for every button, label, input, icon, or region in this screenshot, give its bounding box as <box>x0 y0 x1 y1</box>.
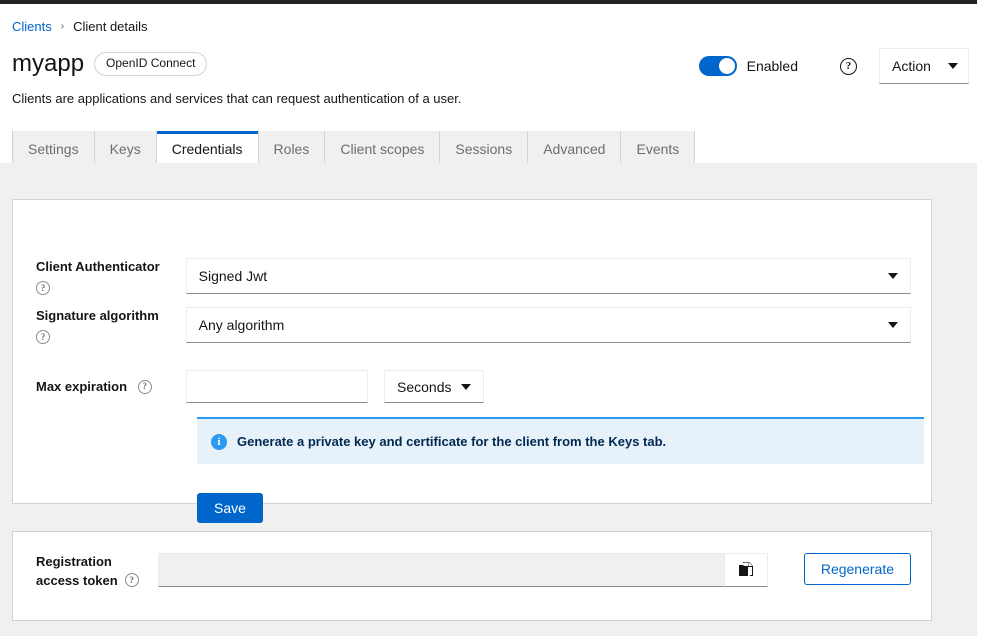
signature-algorithm-help-icon[interactable]: ? <box>36 330 50 344</box>
copy-icon <box>739 562 753 578</box>
breadcrumb: Clients › Client details <box>12 19 148 34</box>
form-row-signature-algorithm: Signature algorithm ? Any algorithm <box>36 307 911 347</box>
info-alert: i Generate a private key and certificate… <box>197 417 924 464</box>
action-dropdown-label: Action <box>892 58 931 74</box>
chevron-right-icon: › <box>61 22 64 32</box>
tab-bar: Settings Keys Credentials Roles Client s… <box>12 131 695 167</box>
help-icon[interactable]: ? <box>840 58 857 75</box>
page-body: Client Authenticator ? Signed Jwt Signat… <box>0 163 977 636</box>
tab-label: Events <box>636 141 679 157</box>
registration-token-label: Registration access token <box>36 554 118 588</box>
signature-algorithm-label: Signature algorithm <box>36 308 159 323</box>
signature-algorithm-value: Any algorithm <box>199 317 285 333</box>
tab-sessions[interactable]: Sessions <box>440 131 528 167</box>
header-actions: Enabled ? Action <box>699 48 969 84</box>
title-row: myapp OpenID Connect <box>12 52 207 76</box>
page-title: myapp <box>12 52 84 76</box>
tab-advanced[interactable]: Advanced <box>528 131 621 167</box>
chevron-down-icon <box>948 63 958 69</box>
max-expiration-label-group: Max expiration ? <box>36 370 186 397</box>
tab-label: Credentials <box>172 141 243 157</box>
signature-algorithm-label-group: Signature algorithm ? <box>36 307 186 347</box>
save-button[interactable]: Save <box>197 493 263 523</box>
enabled-toggle-label: Enabled <box>747 58 798 74</box>
client-authenticator-value: Signed Jwt <box>199 268 267 284</box>
toggle-knob <box>719 58 735 74</box>
page-description: Clients are applications and services th… <box>12 91 462 106</box>
client-details-page: Clients › Client details myapp OpenID Co… <box>0 0 983 636</box>
form-row-max-expiration: Max expiration ? Seconds <box>36 370 911 403</box>
tab-label: Client scopes <box>340 141 424 157</box>
client-authenticator-select[interactable]: Signed Jwt <box>186 258 911 294</box>
tab-label: Keys <box>110 141 141 157</box>
registration-token-card: Registration access token? Re <box>12 531 932 621</box>
registration-token-label-group: Registration access token? <box>36 553 158 591</box>
client-authenticator-help-icon[interactable]: ? <box>36 281 50 295</box>
client-authenticator-label-group: Client Authenticator ? <box>36 258 186 298</box>
info-circle-icon: i <box>211 434 227 450</box>
form-row-registration-token: Registration access token? Re <box>36 553 911 591</box>
tab-label: Roles <box>274 141 310 157</box>
max-expiration-unit-select[interactable]: Seconds <box>384 370 484 403</box>
form-row-client-authenticator: Client Authenticator ? Signed Jwt <box>36 258 911 298</box>
tab-label: Sessions <box>455 141 512 157</box>
signature-algorithm-select[interactable]: Any algorithm <box>186 307 911 343</box>
chevron-down-icon <box>888 322 898 328</box>
max-expiration-unit-value: Seconds <box>397 379 451 395</box>
tab-credentials[interactable]: Credentials <box>157 131 259 167</box>
max-expiration-input[interactable] <box>186 370 368 403</box>
tab-keys[interactable]: Keys <box>95 131 157 167</box>
protocol-badge: OpenID Connect <box>94 52 207 75</box>
info-alert-text: Generate a private key and certificate f… <box>237 434 666 449</box>
copy-icon-button[interactable] <box>725 553 768 587</box>
chevron-down-icon <box>461 384 471 390</box>
registration-token-help-icon[interactable]: ? <box>125 573 139 587</box>
tab-settings[interactable]: Settings <box>12 131 95 167</box>
right-edge-strip <box>977 0 983 636</box>
tab-label: Settings <box>28 141 79 157</box>
registration-token-input[interactable] <box>158 553 725 587</box>
page-header: Clients › Client details myapp OpenID Co… <box>0 4 977 163</box>
enabled-toggle[interactable] <box>699 56 737 76</box>
chevron-down-icon <box>888 273 898 279</box>
credentials-card: Client Authenticator ? Signed Jwt Signat… <box>12 199 932 504</box>
breadcrumb-current: Client details <box>73 19 147 34</box>
max-expiration-help-icon[interactable]: ? <box>138 380 152 394</box>
regenerate-button[interactable]: Regenerate <box>804 553 911 585</box>
client-authenticator-label: Client Authenticator <box>36 259 160 274</box>
max-expiration-label: Max expiration <box>36 379 127 394</box>
tab-events[interactable]: Events <box>621 131 695 167</box>
tab-roles[interactable]: Roles <box>259 131 326 167</box>
tab-label: Advanced <box>543 141 605 157</box>
breadcrumb-link-clients[interactable]: Clients <box>12 19 52 34</box>
action-dropdown[interactable]: Action <box>879 48 969 84</box>
tab-client-scopes[interactable]: Client scopes <box>325 131 440 167</box>
enabled-toggle-group: Enabled <box>699 56 798 76</box>
